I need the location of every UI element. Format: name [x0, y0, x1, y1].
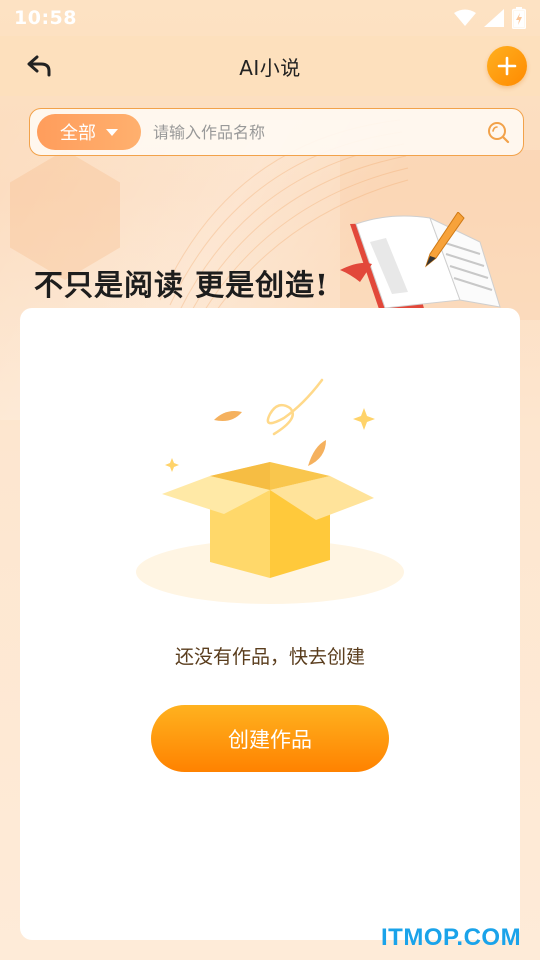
wifi-icon: [454, 9, 476, 26]
status-time: 10:58: [14, 7, 77, 29]
signal-icon: [484, 9, 504, 27]
app-header: AI小说: [0, 36, 540, 96]
add-button[interactable]: [487, 46, 527, 86]
watermark: ITMOP.COM: [381, 924, 522, 951]
plus-icon: [497, 56, 517, 76]
search-input[interactable]: [153, 117, 473, 147]
chevron-down-icon: [106, 128, 118, 136]
filter-label: 全部: [60, 123, 96, 144]
search-bar: 全部: [29, 108, 524, 156]
category-filter-dropdown[interactable]: 全部: [37, 114, 141, 150]
banner-slogan: 不只是阅读 更是创造!: [34, 268, 329, 302]
empty-box-illustration: [136, 378, 404, 604]
empty-state-message: 还没有作品，快去创建: [174, 646, 365, 668]
page-title: AI小说: [239, 56, 301, 80]
empty-works-card: 还没有作品，快去创建 创建作品: [20, 308, 520, 940]
page: 10:58 AI小说 全部 请输入作品名称 不只是阅读 更是创造! 还没有作品，…: [0, 0, 540, 960]
battery-charging-icon: [512, 7, 526, 29]
status-icons: [454, 7, 526, 29]
status-bar: 10:58: [0, 0, 540, 36]
create-work-button[interactable]: 创建作品: [151, 705, 389, 772]
search-icon[interactable]: [486, 120, 510, 144]
book-pencil-illustration: [340, 212, 501, 312]
